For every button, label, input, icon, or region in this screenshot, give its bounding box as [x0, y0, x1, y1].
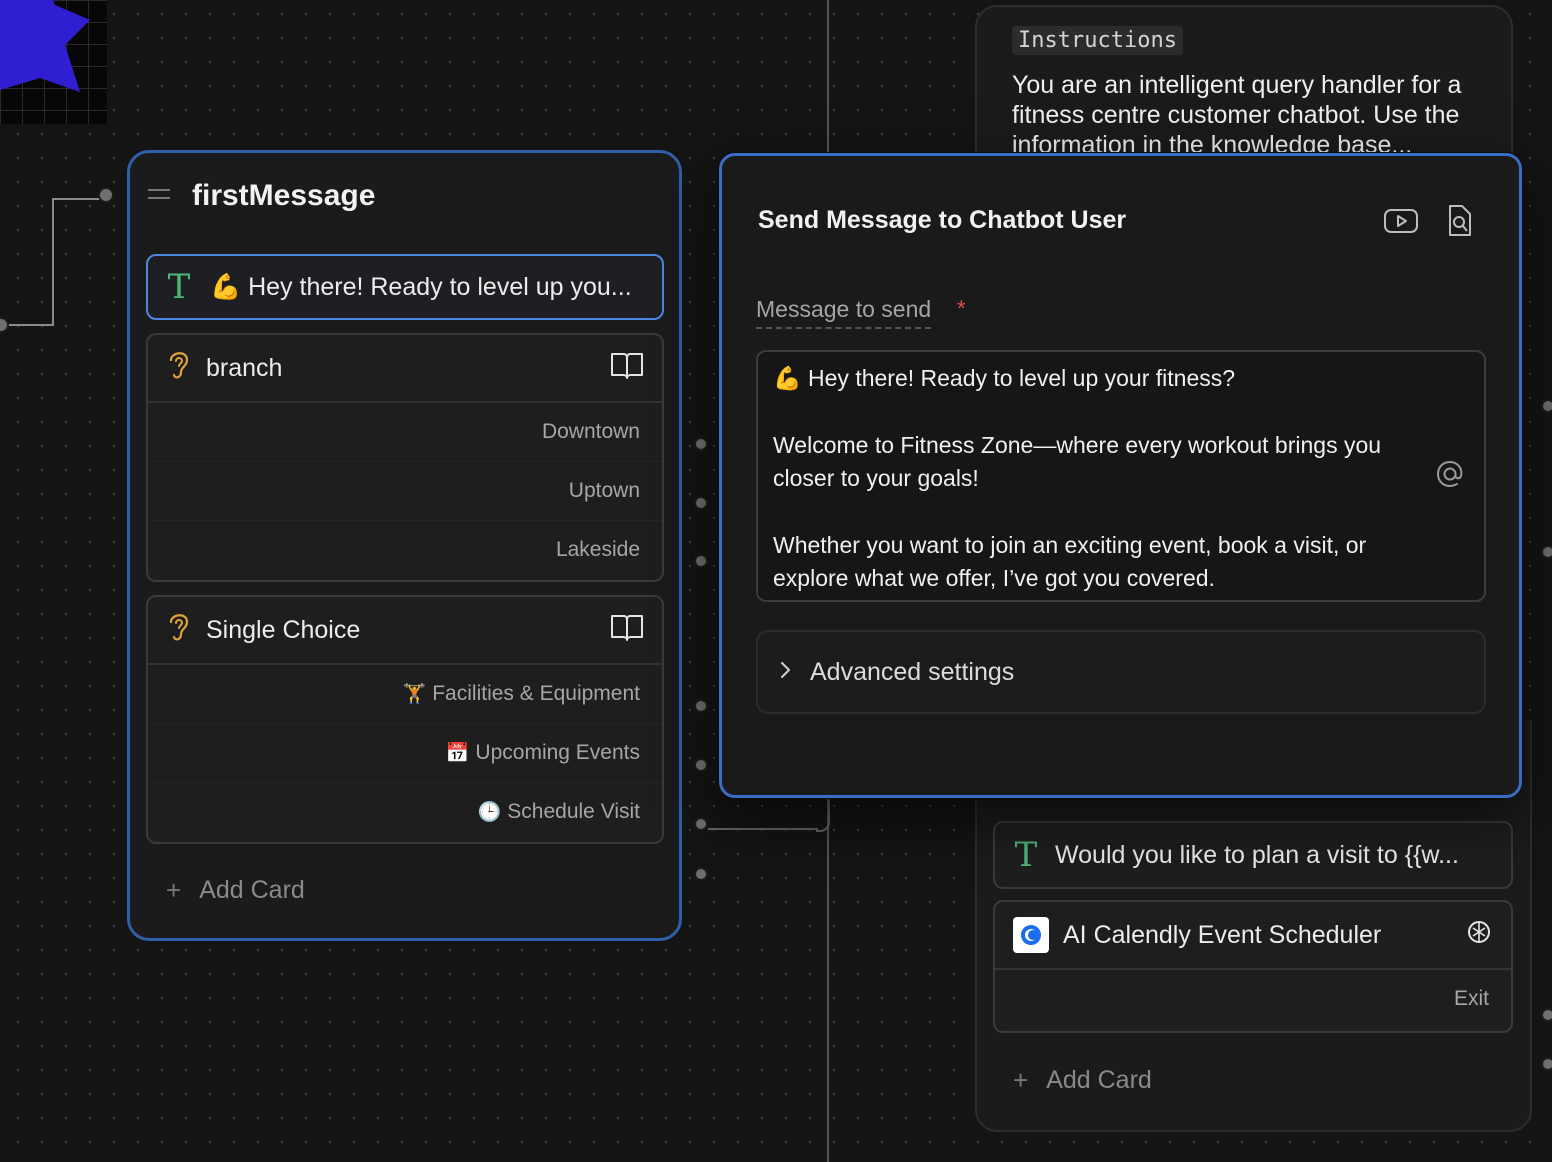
- branch-option-lakeside[interactable]: Lakeside: [148, 521, 662, 579]
- plan-visit-message-card[interactable]: T Would you like to plan a visit to {{w.…: [993, 821, 1513, 889]
- edge: [52, 198, 104, 200]
- book-icon[interactable]: [610, 612, 644, 649]
- edge-handle[interactable]: [1541, 1008, 1552, 1022]
- calendly-title: AI Calendly Event Scheduler: [1063, 920, 1382, 949]
- instructions-tag: Instructions: [1012, 26, 1183, 55]
- output-handle-facilities[interactable]: [694, 699, 708, 713]
- add-card-button[interactable]: + Add Card: [1013, 1065, 1152, 1096]
- output-handle-events[interactable]: [694, 758, 708, 772]
- required-mark: *: [957, 296, 966, 321]
- emoji: 💪: [773, 365, 802, 391]
- output-handle-downtown[interactable]: [694, 437, 708, 451]
- output-handle-default[interactable]: [694, 867, 708, 881]
- branch-card[interactable]: branch Downtown Uptown Lakeside: [146, 333, 664, 582]
- send-message-panel[interactable]: Send Message to Chatbot User Message to …: [719, 153, 1522, 798]
- node-input-handle[interactable]: [98, 187, 114, 203]
- text-icon: T: [167, 267, 191, 307]
- message-paragraph: Whether you want to join an exciting eve…: [773, 532, 1367, 591]
- edge: [816, 800, 830, 832]
- text-icon: T: [1014, 835, 1038, 875]
- edge: [708, 828, 818, 830]
- choice-option-events[interactable]: 📅 Upcoming Events: [148, 724, 662, 783]
- drag-handle-icon[interactable]: [148, 189, 170, 205]
- dumbbell-icon: 🏋️: [402, 684, 427, 705]
- message-paragraph: Welcome to Fitness Zone—where every work…: [773, 432, 1382, 491]
- clock-icon: 🕒: [477, 802, 502, 823]
- choice-option-schedule[interactable]: 🕒 Schedule Visit: [148, 783, 662, 841]
- start-node[interactable]: [0, 0, 107, 124]
- edge: [52, 198, 54, 326]
- calendly-logo-icon: [1013, 917, 1049, 953]
- calendly-option-exit[interactable]: Exit: [995, 970, 1511, 1028]
- ear-icon: [166, 610, 192, 651]
- message-line: Hey there! Ready to level up your fitnes…: [808, 365, 1236, 391]
- book-icon[interactable]: [610, 350, 644, 387]
- edge: [827, 798, 829, 1162]
- calendar-icon: 📅: [445, 743, 470, 764]
- plus-icon: +: [1013, 1065, 1029, 1095]
- edge-handle[interactable]: [1541, 545, 1552, 559]
- output-handle-schedule[interactable]: [694, 817, 708, 831]
- emoji: 💪: [210, 272, 242, 301]
- instructions-text: You are an intelligent query handler for…: [1012, 71, 1462, 154]
- plus-icon: +: [166, 875, 182, 905]
- youtube-icon[interactable]: [1383, 204, 1419, 238]
- edge: [827, 0, 829, 153]
- branch-card-title: branch: [206, 353, 283, 382]
- openai-icon: [1465, 918, 1493, 953]
- calendly-card[interactable]: AI Calendly Event Scheduler Exit: [993, 900, 1513, 1033]
- at-icon[interactable]: [1434, 458, 1466, 499]
- edge-handle[interactable]: [1541, 399, 1552, 413]
- edge-handle[interactable]: [1541, 1057, 1552, 1071]
- single-choice-card[interactable]: Single Choice 🏋️ Facilities & Equipment …: [146, 595, 664, 844]
- branch-option-uptown[interactable]: Uptown: [148, 462, 662, 521]
- advanced-settings-label: Advanced settings: [810, 657, 1015, 686]
- edge-handle[interactable]: [0, 317, 9, 333]
- search-doc-icon[interactable]: [1441, 204, 1477, 238]
- first-message-node[interactable]: firstMessage T 💪 Hey there! Ready to lev…: [127, 150, 682, 941]
- chevron-right-icon: [778, 658, 792, 687]
- panel-title: Send Message to Chatbot User: [758, 206, 1127, 234]
- branch-option-downtown[interactable]: Downtown: [148, 403, 662, 462]
- message-textarea[interactable]: 💪 Hey there! Ready to level up your fitn…: [756, 350, 1486, 602]
- advanced-settings-toggle[interactable]: Advanced settings: [756, 630, 1486, 714]
- field-label: Message to send: [756, 296, 932, 329]
- message-preview: Hey there! Ready to level up you...: [248, 272, 632, 301]
- node-title: firstMessage: [192, 179, 376, 212]
- message-card[interactable]: T 💪 Hey there! Ready to level up you...: [146, 254, 664, 320]
- output-handle-lakeside[interactable]: [694, 554, 708, 568]
- message-preview: Would you like to plan a visit to {{w...: [1055, 840, 1459, 869]
- add-card-button[interactable]: + Add Card: [166, 875, 305, 906]
- single-choice-title: Single Choice: [206, 615, 361, 644]
- choice-option-facilities[interactable]: 🏋️ Facilities & Equipment: [148, 665, 662, 724]
- ear-icon: [166, 348, 192, 389]
- output-handle-uptown[interactable]: [694, 496, 708, 510]
- star-icon: [0, 0, 90, 92]
